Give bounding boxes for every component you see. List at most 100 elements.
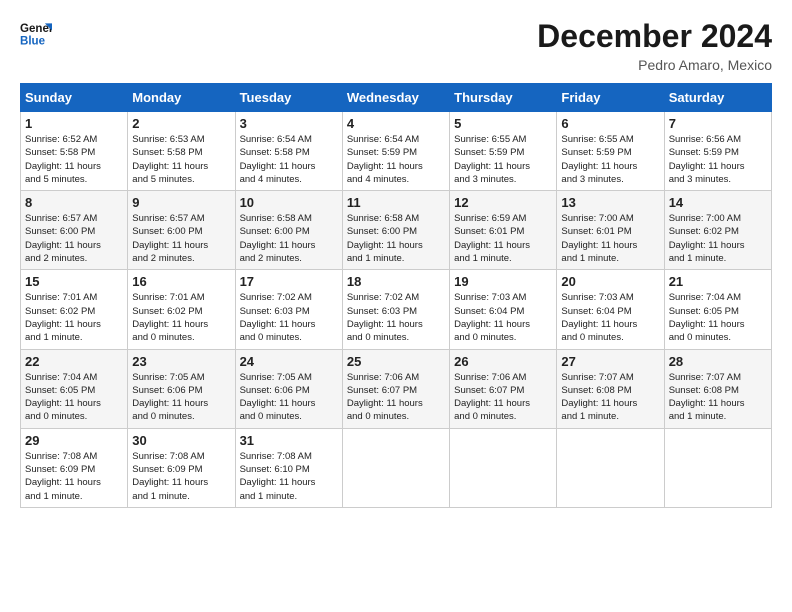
title-block: December 2024 Pedro Amaro, Mexico: [537, 18, 772, 73]
cell-content: Sunrise: 6:54 AMSunset: 5:59 PMDaylight:…: [347, 133, 445, 186]
calendar-cell: [664, 428, 771, 507]
calendar-cell: 25 Sunrise: 7:06 AMSunset: 6:07 PMDayligh…: [342, 349, 449, 428]
calendar-cell: 27 Sunrise: 7:07 AMSunset: 6:08 PMDayligh…: [557, 349, 664, 428]
day-number: 14: [669, 195, 767, 210]
cell-content: Sunrise: 6:54 AMSunset: 5:58 PMDaylight:…: [240, 133, 338, 186]
day-header-sunday: Sunday: [21, 84, 128, 112]
calendar-cell: 2 Sunrise: 6:53 AMSunset: 5:58 PMDaylight…: [128, 112, 235, 191]
calendar-cell: 16Sunrise: 7:01 AMSunset: 6:02 PMDayligh…: [128, 270, 235, 349]
day-number: 3: [240, 116, 338, 131]
cell-content: Sunrise: 7:04 AMSunset: 6:05 PMDaylight:…: [25, 371, 123, 424]
calendar-cell: [557, 428, 664, 507]
day-number: 28: [669, 354, 767, 369]
calendar-cell: 26 Sunrise: 7:06 AMSunset: 6:07 PMDayligh…: [450, 349, 557, 428]
cell-content: Sunrise: 7:07 AMSunset: 6:08 PMDaylight:…: [669, 371, 767, 424]
cell-content: Sunrise: 6:53 AMSunset: 5:58 PMDaylight:…: [132, 133, 230, 186]
cell-content: Sunrise: 6:58 AMSunset: 6:00 PMDaylight:…: [240, 212, 338, 265]
cell-content: Sunrise: 7:01 AMSunset: 6:02 PMDaylight:…: [132, 291, 230, 344]
day-number: 10: [240, 195, 338, 210]
cell-content: Sunrise: 7:05 AMSunset: 6:06 PMDaylight:…: [132, 371, 230, 424]
calendar-cell: 12 Sunrise: 6:59 AMSunset: 6:01 PMDayligh…: [450, 191, 557, 270]
cell-content: Sunrise: 7:06 AMSunset: 6:07 PMDaylight:…: [454, 371, 552, 424]
month-title: December 2024: [537, 18, 772, 55]
calendar-cell: 23 Sunrise: 7:05 AMSunset: 6:06 PMDayligh…: [128, 349, 235, 428]
calendar-cell: 9Sunrise: 6:57 AMSunset: 6:00 PMDaylight…: [128, 191, 235, 270]
calendar-table: SundayMondayTuesdayWednesdayThursdayFrid…: [20, 83, 772, 508]
cell-content: Sunrise: 6:55 AMSunset: 5:59 PMDaylight:…: [454, 133, 552, 186]
cell-content: Sunrise: 7:04 AMSunset: 6:05 PMDaylight:…: [669, 291, 767, 344]
calendar-cell: 31Sunrise: 7:08 AMSunset: 6:10 PMDayligh…: [235, 428, 342, 507]
day-header-thursday: Thursday: [450, 84, 557, 112]
day-number: 20: [561, 274, 659, 289]
day-number: 27: [561, 354, 659, 369]
day-number: 25: [347, 354, 445, 369]
day-number: 4: [347, 116, 445, 131]
day-number: 5: [454, 116, 552, 131]
calendar-cell: 7 Sunrise: 6:56 AMSunset: 5:59 PMDaylight…: [664, 112, 771, 191]
calendar-cell: 10 Sunrise: 6:58 AMSunset: 6:00 PMDayligh…: [235, 191, 342, 270]
week-row-3: 15 Sunrise: 7:01 AMSunset: 6:02 PMDayligh…: [21, 270, 772, 349]
cell-content: Sunrise: 7:03 AMSunset: 6:04 PMDaylight:…: [561, 291, 659, 344]
day-header-wednesday: Wednesday: [342, 84, 449, 112]
day-number: 8: [25, 195, 123, 210]
calendar-cell: 24Sunrise: 7:05 AMSunset: 6:06 PMDayligh…: [235, 349, 342, 428]
day-header-monday: Monday: [128, 84, 235, 112]
calendar-cell: 5 Sunrise: 6:55 AMSunset: 5:59 PMDaylight…: [450, 112, 557, 191]
day-number: 30: [132, 433, 230, 448]
day-number: 12: [454, 195, 552, 210]
cell-content: Sunrise: 7:00 AMSunset: 6:02 PMDaylight:…: [669, 212, 767, 265]
cell-content: Sunrise: 7:02 AMSunset: 6:03 PMDaylight:…: [240, 291, 338, 344]
calendar-cell: 22 Sunrise: 7:04 AMSunset: 6:05 PMDayligh…: [21, 349, 128, 428]
calendar-cell: 1 Sunrise: 6:52 AMSunset: 5:58 PMDaylight…: [21, 112, 128, 191]
cell-content: Sunrise: 6:59 AMSunset: 6:01 PMDaylight:…: [454, 212, 552, 265]
cell-content: Sunrise: 7:08 AMSunset: 6:09 PMDaylight:…: [25, 450, 123, 503]
page: General Blue December 2024 Pedro Amaro, …: [0, 0, 792, 612]
cell-content: Sunrise: 6:57 AMSunset: 6:00 PMDaylight:…: [25, 212, 123, 265]
calendar-cell: 8 Sunrise: 6:57 AMSunset: 6:00 PMDaylight…: [21, 191, 128, 270]
calendar-cell: 4 Sunrise: 6:54 AMSunset: 5:59 PMDaylight…: [342, 112, 449, 191]
day-number: 2: [132, 116, 230, 131]
cell-content: Sunrise: 6:58 AMSunset: 6:00 PMDaylight:…: [347, 212, 445, 265]
week-row-2: 8 Sunrise: 6:57 AMSunset: 6:00 PMDaylight…: [21, 191, 772, 270]
week-row-4: 22 Sunrise: 7:04 AMSunset: 6:05 PMDayligh…: [21, 349, 772, 428]
cell-content: Sunrise: 6:56 AMSunset: 5:59 PMDaylight:…: [669, 133, 767, 186]
cell-content: Sunrise: 7:07 AMSunset: 6:08 PMDaylight:…: [561, 371, 659, 424]
week-row-5: 29 Sunrise: 7:08 AMSunset: 6:09 PMDayligh…: [21, 428, 772, 507]
cell-content: Sunrise: 6:55 AMSunset: 5:59 PMDaylight:…: [561, 133, 659, 186]
calendar-cell: 19 Sunrise: 7:03 AMSunset: 6:04 PMDayligh…: [450, 270, 557, 349]
day-number: 21: [669, 274, 767, 289]
calendar-cell: 18 Sunrise: 7:02 AMSunset: 6:03 PMDayligh…: [342, 270, 449, 349]
day-number: 7: [669, 116, 767, 131]
cell-content: Sunrise: 6:52 AMSunset: 5:58 PMDaylight:…: [25, 133, 123, 186]
logo-icon: General Blue: [20, 18, 52, 50]
day-number: 18: [347, 274, 445, 289]
header: General Blue December 2024 Pedro Amaro, …: [20, 18, 772, 73]
week-row-1: 1 Sunrise: 6:52 AMSunset: 5:58 PMDaylight…: [21, 112, 772, 191]
cell-content: Sunrise: 7:00 AMSunset: 6:01 PMDaylight:…: [561, 212, 659, 265]
calendar-cell: 3 Sunrise: 6:54 AMSunset: 5:58 PMDaylight…: [235, 112, 342, 191]
calendar-cell: 13Sunrise: 7:00 AMSunset: 6:01 PMDayligh…: [557, 191, 664, 270]
day-number: 15: [25, 274, 123, 289]
day-number: 1: [25, 116, 123, 131]
cell-content: Sunrise: 7:06 AMSunset: 6:07 PMDaylight:…: [347, 371, 445, 424]
day-header-saturday: Saturday: [664, 84, 771, 112]
cell-content: Sunrise: 7:02 AMSunset: 6:03 PMDaylight:…: [347, 291, 445, 344]
calendar-cell: 28 Sunrise: 7:07 AMSunset: 6:08 PMDayligh…: [664, 349, 771, 428]
day-number: 19: [454, 274, 552, 289]
day-number: 11: [347, 195, 445, 210]
calendar-cell: 11 Sunrise: 6:58 AMSunset: 6:00 PMDayligh…: [342, 191, 449, 270]
location-title: Pedro Amaro, Mexico: [537, 57, 772, 73]
cell-content: Sunrise: 7:08 AMSunset: 6:10 PMDaylight:…: [240, 450, 338, 503]
day-number: 22: [25, 354, 123, 369]
calendar-cell: 20 Sunrise: 7:03 AMSunset: 6:04 PMDayligh…: [557, 270, 664, 349]
cell-content: Sunrise: 7:03 AMSunset: 6:04 PMDaylight:…: [454, 291, 552, 344]
svg-text:Blue: Blue: [20, 36, 46, 48]
day-header-tuesday: Tuesday: [235, 84, 342, 112]
day-number: 29: [25, 433, 123, 448]
day-number: 26: [454, 354, 552, 369]
header-row: SundayMondayTuesdayWednesdayThursdayFrid…: [21, 84, 772, 112]
day-number: 23: [132, 354, 230, 369]
calendar-cell: 14 Sunrise: 7:00 AMSunset: 6:02 PMDayligh…: [664, 191, 771, 270]
cell-content: Sunrise: 7:08 AMSunset: 6:09 PMDaylight:…: [132, 450, 230, 503]
calendar-cell: 6Sunrise: 6:55 AMSunset: 5:59 PMDaylight…: [557, 112, 664, 191]
